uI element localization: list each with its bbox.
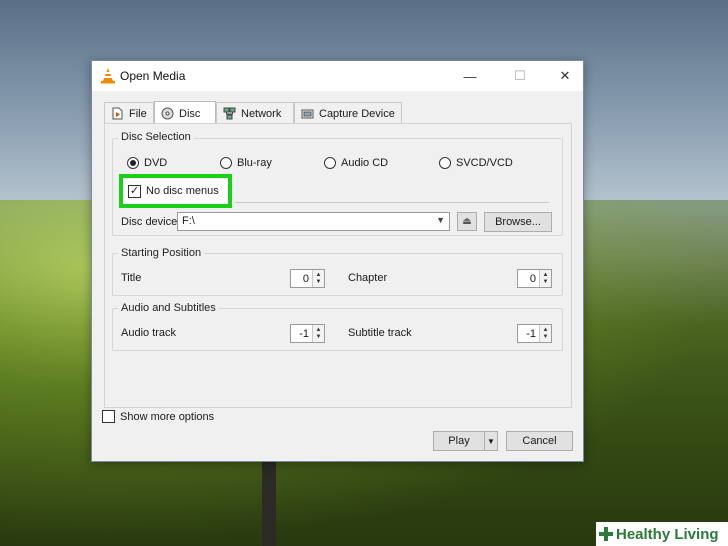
chapter-value: 0: [529, 272, 536, 285]
vlc-cone-icon: [101, 68, 115, 84]
disc-device-value: F:\: [182, 215, 195, 227]
radio-blu-ray[interactable]: Blu-ray: [220, 157, 272, 169]
starting-position-label: Starting Position: [118, 247, 205, 259]
radio-svcd-vcd-label: SVCD/VCD: [456, 157, 513, 169]
subtitle-track-value: -1: [526, 327, 536, 340]
no-disc-menus-checkbox[interactable]: ✓: [128, 185, 141, 198]
open-media-dialog: Open Media — ☐ ✕ File Disc Network Captu…: [91, 60, 584, 462]
browse-button[interactable]: Browse...: [484, 212, 552, 232]
audio-track-spinbox[interactable]: -1 ▲ ▼: [290, 324, 325, 343]
spin-arrows-icon[interactable]: ▲ ▼: [539, 325, 551, 342]
window-title: Open Media: [120, 69, 186, 83]
no-disc-menus-separator: [235, 202, 549, 203]
play-dropdown-button[interactable]: ▼: [484, 431, 498, 451]
no-disc-menus-label: No disc menus: [146, 185, 219, 197]
chevron-down-icon: ▼: [436, 215, 445, 225]
audio-subtitles-group: [112, 308, 563, 351]
plus-icon: [599, 527, 613, 541]
title-bar[interactable]: Open Media — ☐ ✕: [92, 61, 583, 91]
disc-selection-label: Disc Selection: [118, 131, 194, 143]
radio-dvd-indicator: [127, 157, 139, 169]
radio-blu-ray-label: Blu-ray: [237, 157, 272, 169]
radio-blu-ray-indicator: [220, 157, 232, 169]
disc-device-combo[interactable]: F:\ ▼: [177, 212, 450, 231]
audio-track-value: -1: [299, 327, 309, 340]
network-icon: [223, 107, 236, 120]
file-icon: [112, 107, 123, 120]
tab-capture-device-label: Capture Device: [319, 107, 395, 120]
tab-disc-label: Disc: [179, 107, 201, 120]
disc-tab-panel: Disc Selection DVD Blu-ray Audio CD SVCD…: [104, 123, 572, 408]
title-value: 0: [302, 272, 309, 285]
show-more-options-label: Show more options: [120, 410, 215, 423]
capture-device-icon: [301, 109, 314, 119]
radio-dvd-label: DVD: [144, 157, 168, 169]
radio-audio-cd[interactable]: Audio CD: [324, 157, 388, 169]
chapter-spinbox[interactable]: 0 ▲ ▼: [517, 269, 552, 288]
watermark: Healthy Living: [596, 522, 728, 546]
maximize-button[interactable]: ☐: [497, 61, 543, 91]
spin-arrows-icon[interactable]: ▲ ▼: [312, 325, 324, 342]
chapter-label: Chapter: [348, 272, 388, 284]
starting-position-group: [112, 253, 563, 296]
audio-subtitles-label: Audio and Subtitles: [118, 302, 219, 314]
tab-file-label: File: [129, 107, 147, 120]
audio-track-label: Audio track: [121, 327, 177, 339]
title-spinbox[interactable]: 0 ▲ ▼: [290, 269, 325, 288]
tab-network[interactable]: Network: [216, 102, 294, 124]
watermark-text: Healthy Living: [616, 525, 719, 543]
minimize-button[interactable]: —: [447, 61, 493, 91]
cancel-button[interactable]: Cancel: [506, 431, 573, 451]
show-more-options[interactable]: Show more options: [102, 410, 214, 423]
disc-device-label: Disc device: [121, 216, 178, 228]
chevron-down-icon: ▼: [487, 436, 495, 446]
radio-audio-cd-indicator: [324, 157, 336, 169]
spin-arrows-icon[interactable]: ▲ ▼: [539, 270, 551, 287]
subtitle-track-label: Subtitle track: [348, 327, 412, 339]
play-button-label: Play: [448, 435, 470, 447]
tab-disc[interactable]: Disc: [154, 101, 216, 125]
tab-network-label: Network: [241, 107, 282, 120]
disc-icon: [161, 107, 174, 120]
tab-capture-device[interactable]: Capture Device: [294, 102, 402, 124]
radio-dvd[interactable]: DVD: [127, 157, 167, 169]
subtitle-track-spinbox[interactable]: -1 ▲ ▼: [517, 324, 552, 343]
title-label: Title: [121, 272, 142, 284]
close-button[interactable]: ✕: [542, 61, 588, 91]
radio-svcd-vcd[interactable]: SVCD/VCD: [439, 157, 513, 169]
tab-file[interactable]: File: [104, 102, 154, 124]
eject-button[interactable]: ⏏: [457, 212, 477, 231]
play-button[interactable]: Play: [433, 431, 485, 451]
radio-audio-cd-label: Audio CD: [341, 157, 389, 169]
spin-arrows-icon[interactable]: ▲ ▼: [312, 270, 324, 287]
eject-icon: ⏏: [462, 216, 472, 227]
no-disc-menus-highlight[interactable]: ✓ No disc menus: [119, 174, 232, 208]
show-more-options-checkbox[interactable]: [102, 410, 115, 423]
radio-svcd-vcd-indicator: [439, 157, 451, 169]
background-fence-post: [262, 462, 276, 546]
